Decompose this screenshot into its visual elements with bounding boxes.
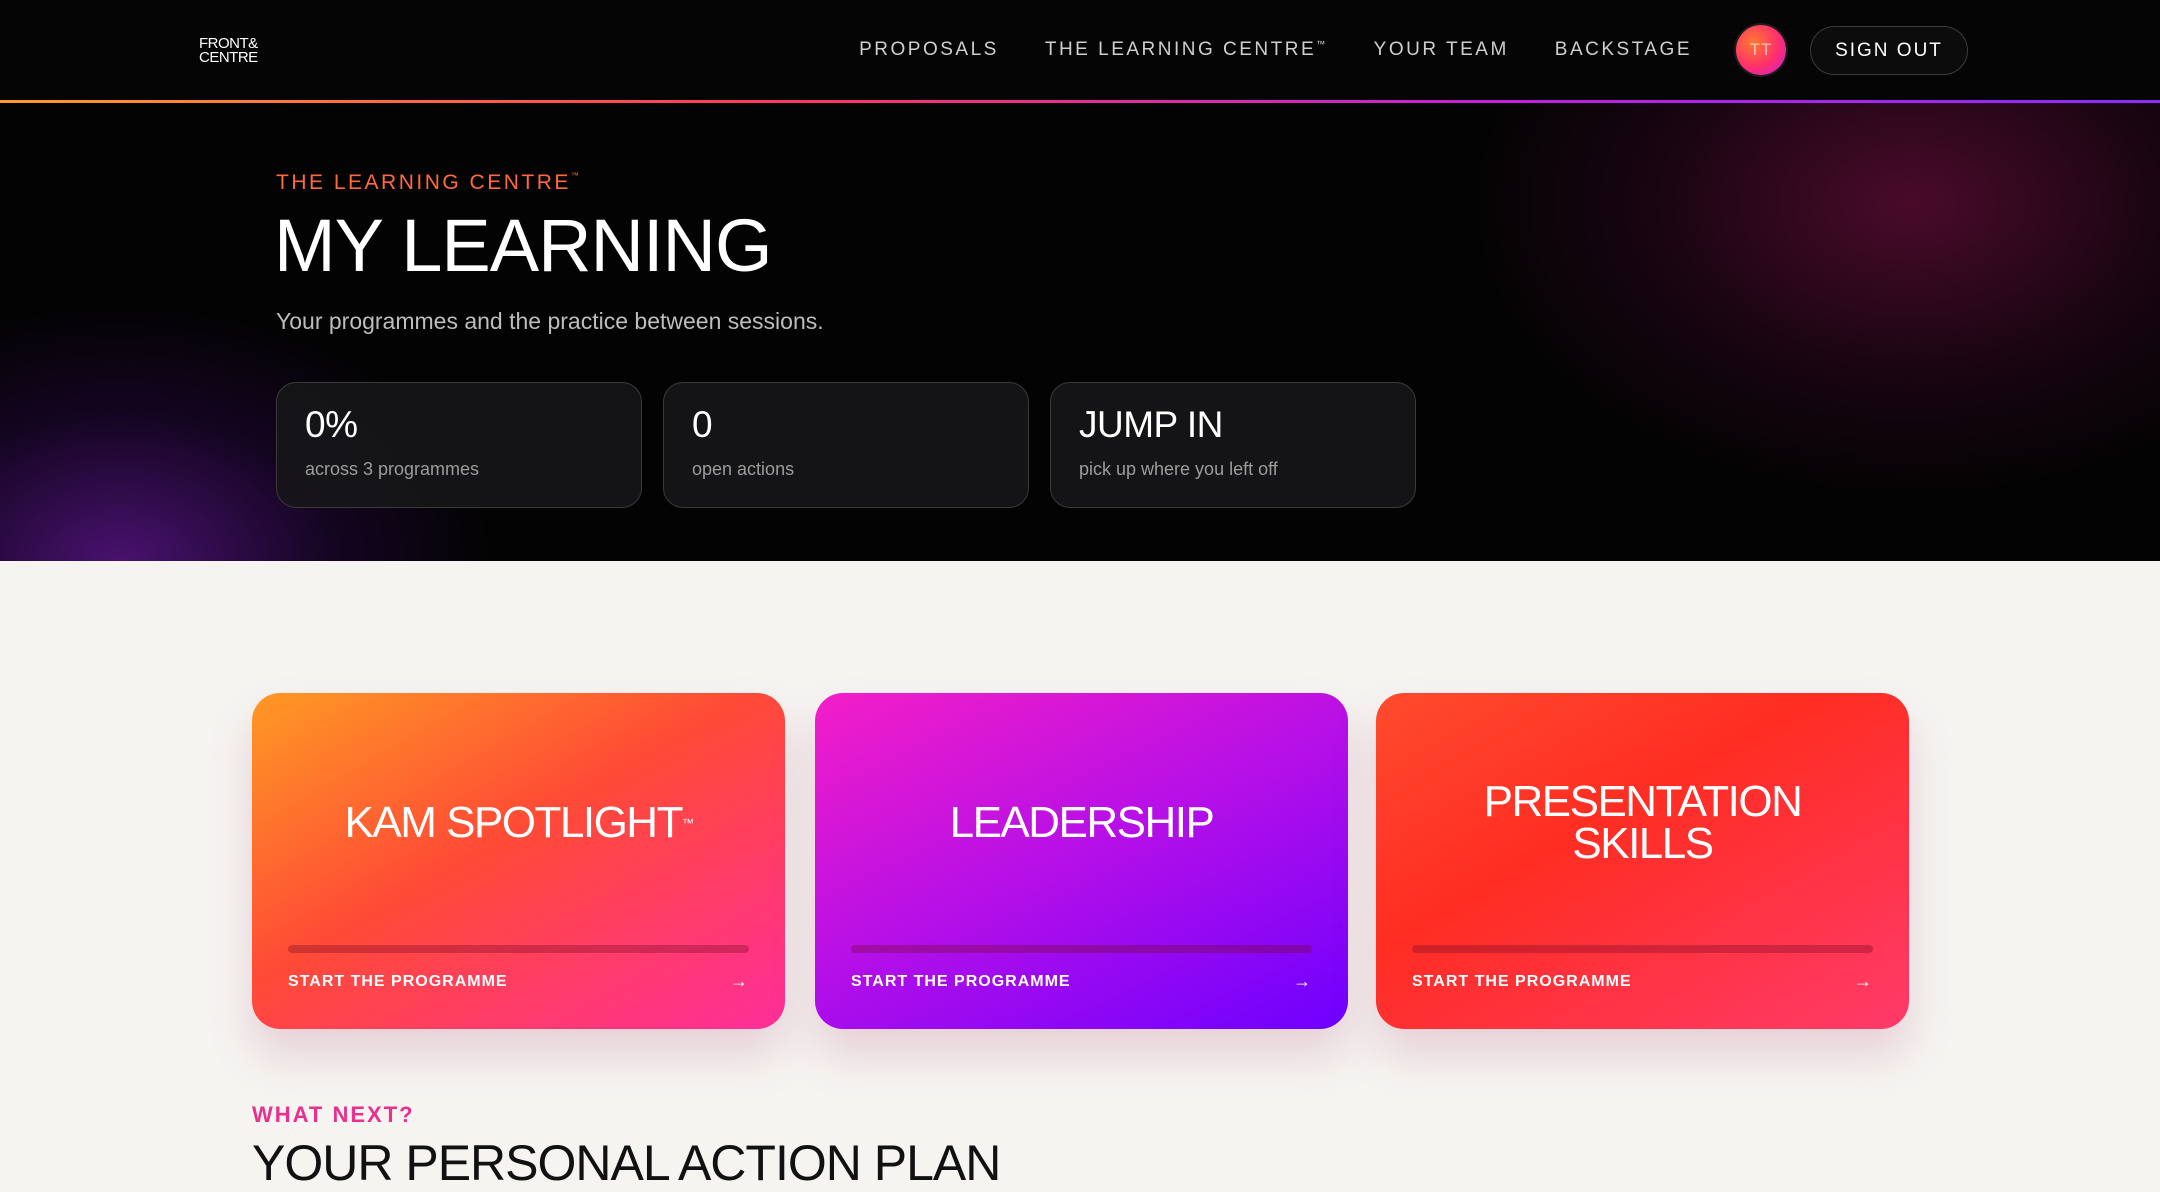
trademark-mark: ™ — [681, 816, 694, 830]
programme-title-text: KAM SPOTLIGHT — [344, 798, 684, 847]
start-programme-label: START THE PROGRAMME — [288, 972, 508, 990]
stat-card-open-actions: 0 open actions — [663, 382, 1029, 508]
programme-card-presentation-skills[interactable]: PRESENTATION SKILLS START THE PROGRAMME … — [1376, 693, 1909, 1029]
nav-link-proposals[interactable]: PROPOSALS — [859, 39, 999, 61]
primary-nav: PROPOSALS THE LEARNING CENTRE™ YOUR TEAM… — [859, 0, 1692, 100]
start-programme-label: START THE PROGRAMME — [851, 972, 1071, 990]
nav-link-your-team[interactable]: YOUR TEAM — [1374, 39, 1509, 61]
stat-value: 0% — [305, 404, 358, 445]
stat-label: open actions — [692, 459, 795, 479]
programme-title: KAM SPOTLIGHT ™ — [252, 693, 785, 953]
trademark-mark: ™ — [570, 171, 582, 180]
start-programme-link[interactable]: START THE PROGRAMME → — [288, 971, 749, 992]
start-programme-link[interactable]: START THE PROGRAMME → — [1412, 971, 1873, 992]
hero-section: THE LEARNING CENTRE™ MY LEARNING Your pr… — [0, 103, 2160, 561]
nav-link-learning-centre-label: THE LEARNING CENTRE — [1044, 39, 1317, 60]
programme-card-leadership[interactable]: LEADERSHIP START THE PROGRAMME → — [815, 693, 1348, 1029]
programme-progress-bar — [288, 945, 749, 953]
stat-card-progress: 0% across 3 programmes — [276, 382, 642, 508]
start-programme-label: START THE PROGRAMME — [1412, 972, 1632, 990]
stat-card-jump-in[interactable]: JUMP IN pick up where you left off — [1050, 382, 1416, 508]
stat-label: across 3 programmes — [305, 459, 480, 479]
stat-value: JUMP IN — [1079, 404, 1223, 445]
user-avatar[interactable]: TT — [1736, 25, 1786, 75]
front-and-centre-logo[interactable]: FRONT& CENTRE — [199, 36, 259, 66]
hero-glow-magenta — [1460, 103, 2160, 503]
programme-progress-bar — [1412, 945, 1873, 953]
stat-label: pick up where you left off — [1079, 459, 1278, 479]
logo-line-2: CENTRE — [199, 49, 258, 66]
nav-link-learning-centre[interactable]: THE LEARNING CENTRE™ — [1045, 39, 1328, 61]
arrow-right-icon: → — [1854, 971, 1873, 991]
section-eyebrow: WHAT NEXT? — [252, 1102, 415, 1127]
stat-value: 0 — [692, 404, 713, 445]
start-programme-link[interactable]: START THE PROGRAMME → — [851, 971, 1312, 992]
trademark-mark: ™ — [1316, 39, 1328, 49]
hero-eyebrow-text: THE LEARNING CENTRE — [276, 171, 571, 194]
arrow-right-icon: → — [1293, 971, 1312, 991]
nav-link-backstage[interactable]: BACKSTAGE — [1555, 39, 1692, 61]
page-title: MY LEARNING — [274, 204, 773, 287]
top-nav: FRONT& CENTRE PROPOSALS THE LEARNING CEN… — [0, 0, 2160, 103]
programme-card-kam-spotlight[interactable]: KAM SPOTLIGHT ™ START THE PROGRAMME → — [252, 693, 785, 1029]
programme-progress-bar — [851, 945, 1312, 953]
page-subtitle: Your programmes and the practice between… — [276, 308, 824, 334]
hero-eyebrow: THE LEARNING CENTRE™ — [276, 171, 581, 195]
sign-out-button[interactable]: SIGN OUT — [1810, 26, 1968, 75]
section-title-action-plan: YOUR PERSONAL ACTION PLAN — [252, 1135, 1001, 1191]
programme-title: LEADERSHIP — [949, 798, 1215, 847]
programme-title: PRESENTATION SKILLS — [1483, 777, 1803, 868]
arrow-right-icon: → — [730, 971, 749, 991]
